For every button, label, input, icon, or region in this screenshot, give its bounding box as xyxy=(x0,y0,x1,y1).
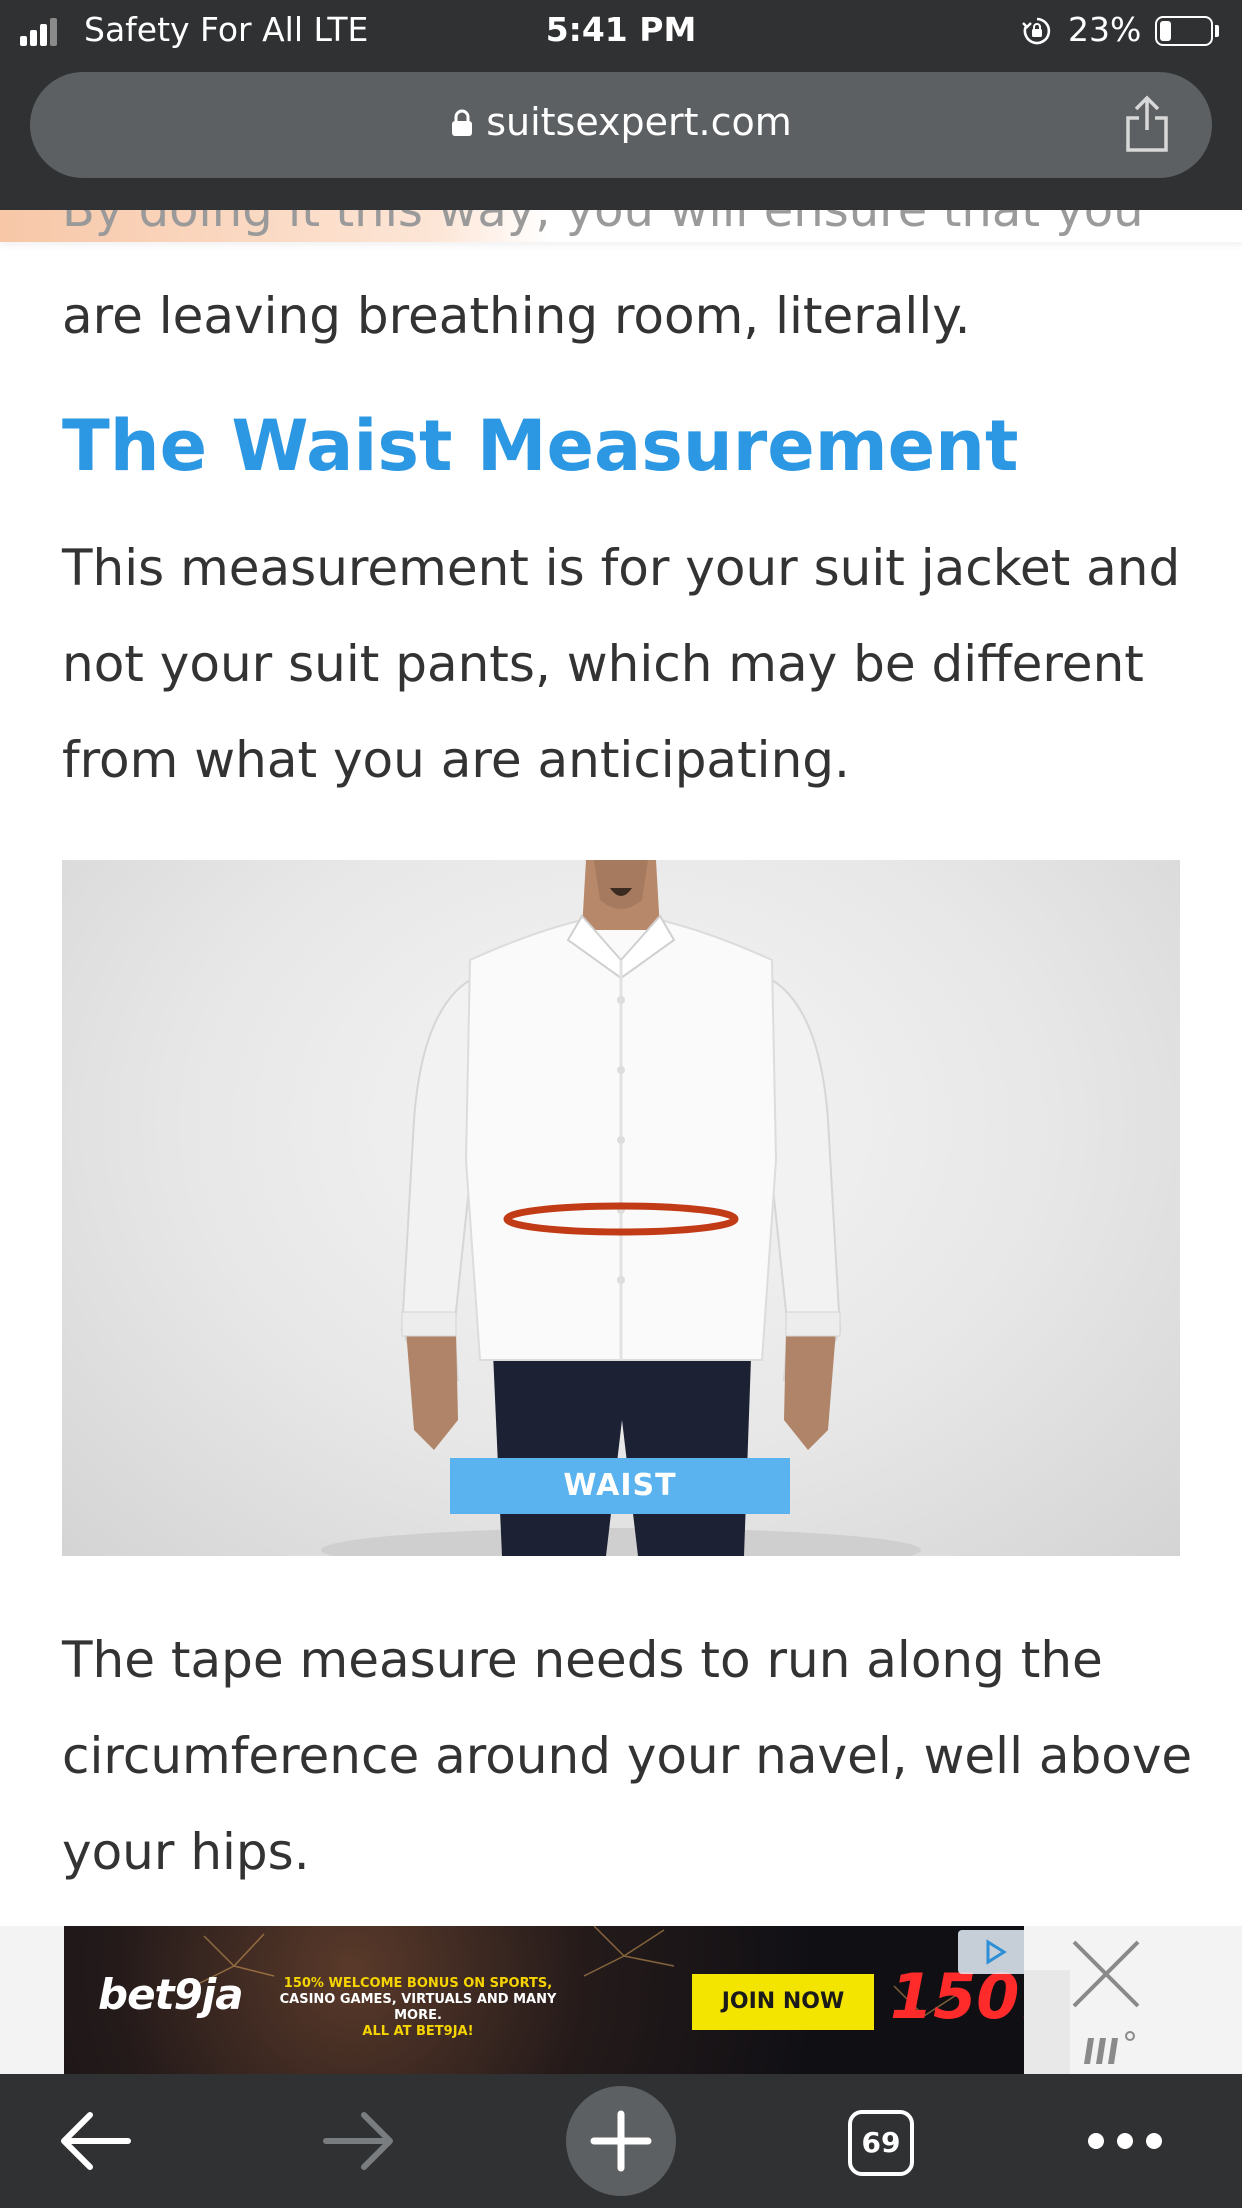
section-heading: The Waist Measurement xyxy=(62,405,1019,487)
status-bar: Safety For All LTE 5:41 PM 23% xyxy=(0,0,1242,62)
ad-copy-line3: ALL AT BET9JA! xyxy=(362,2024,474,2039)
ad-banner[interactable]: bet9ja 150% WELCOME BONUS ON SPORTS, CAS… xyxy=(64,1926,1024,2074)
waist-label: WAIST xyxy=(450,1458,790,1514)
battery-level xyxy=(1160,21,1171,41)
address-bar[interactable]: suitsexpert.com xyxy=(30,72,1212,178)
battery-icon xyxy=(1155,16,1213,46)
ad-close-icon[interactable] xyxy=(1066,1934,1146,2014)
browser-bottom-toolbar: 69 xyxy=(0,2074,1242,2208)
ad-join-button[interactable]: JOIN NOW xyxy=(692,1974,874,2030)
more-dots-icon[interactable] xyxy=(1080,2074,1170,2208)
browser-top-bar: Safety For All LTE 5:41 PM 23% suitsexpe… xyxy=(0,0,1242,210)
partially-scrolled-line: By doing it this way, you will ensure th… xyxy=(0,210,1242,242)
battery-percent: 23% xyxy=(1068,10,1142,49)
faded-paragraph-line: By doing it this way, you will ensure th… xyxy=(62,210,1144,238)
lock-icon xyxy=(450,102,474,136)
new-tab-button[interactable] xyxy=(566,2086,676,2196)
waist-measurement-image: WAIST xyxy=(62,860,1180,1556)
man-in-white-shirt-illustration xyxy=(321,860,921,1556)
battery-tip xyxy=(1215,25,1219,37)
ad-side-panel xyxy=(1024,1970,1070,2074)
ad-copy: 150% WELCOME BONUS ON SPORTS, CASINO GAM… xyxy=(278,1976,558,2040)
ad-banner-container: bet9ja 150% WELCOME BONUS ON SPORTS, CAS… xyxy=(0,1926,1242,2074)
url-text: suitsexpert.com xyxy=(486,100,792,144)
paragraph-jacket-note: This measurement is for your suit jacket… xyxy=(62,539,1181,789)
ad-copy-line1: 150% WELCOME BONUS ON SPORTS, xyxy=(283,1976,553,1991)
ad-network-icon xyxy=(1084,2031,1135,2064)
ad-logo: bet9ja xyxy=(98,1970,244,2019)
intro-line: are leaving breathing room, literally. xyxy=(62,287,971,345)
ad-copy-line2: CASINO GAMES, VIRTUALS AND MANY MORE. xyxy=(279,1992,557,2023)
url-display[interactable]: suitsexpert.com xyxy=(30,100,1212,144)
tab-switcher-button[interactable]: 69 xyxy=(848,2110,914,2176)
plus-icon xyxy=(590,2110,652,2172)
forward-arrow-icon[interactable] xyxy=(318,2074,398,2208)
paragraph-tape-instructions: The tape measure needs to run along the … xyxy=(62,1631,1193,1881)
back-arrow-icon[interactable] xyxy=(56,2074,136,2208)
rotation-lock-icon xyxy=(1022,17,1051,45)
clock: 5:41 PM xyxy=(545,10,697,49)
ad-choices-icon[interactable] xyxy=(958,1930,1024,1974)
share-icon[interactable] xyxy=(1122,94,1172,154)
